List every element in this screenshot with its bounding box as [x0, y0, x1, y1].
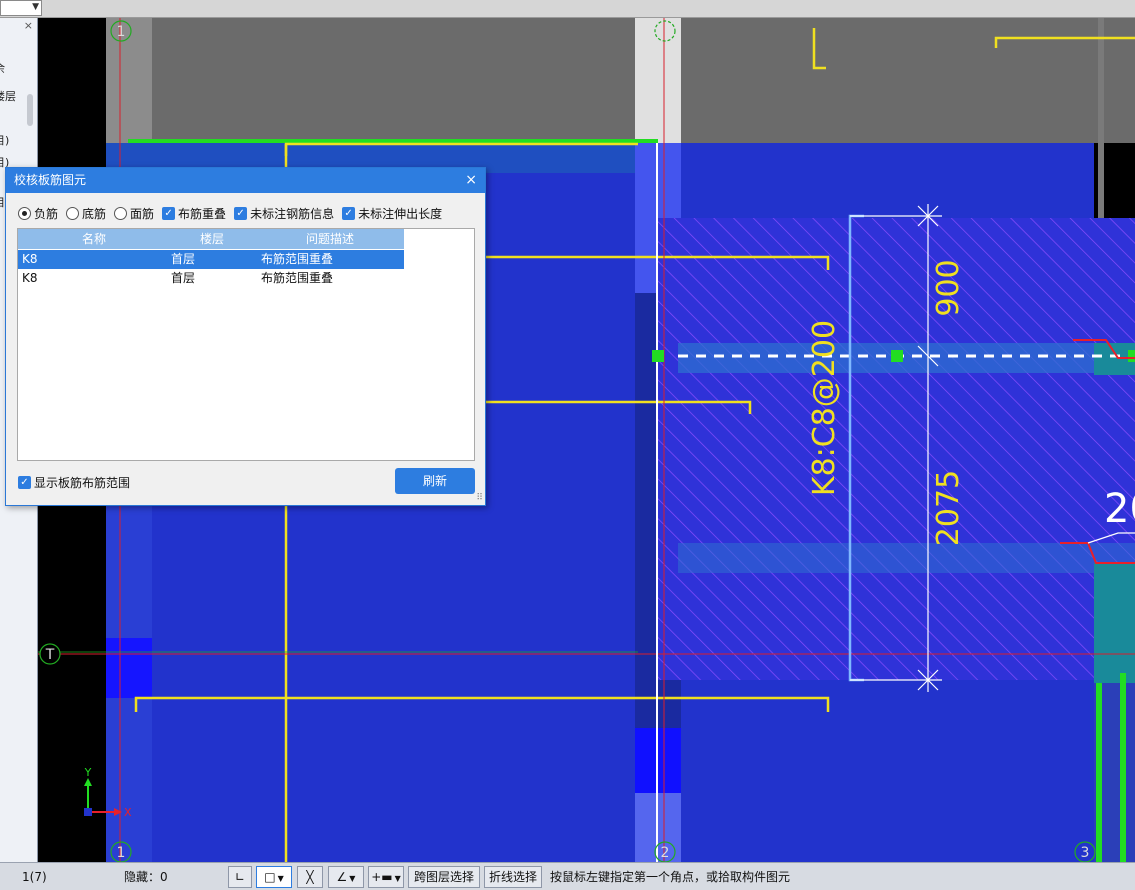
ortho-icon: ∟ — [234, 870, 246, 884]
cross-layer-select-button[interactable]: 跨图层选择 — [408, 866, 480, 888]
radio-icon[interactable] — [66, 206, 80, 220]
checkbox-label: 未标注伸出长度 — [358, 206, 443, 221]
cross-icon: ╳ — [306, 870, 314, 884]
radio-top-rebar[interactable]: 面筋 — [114, 205, 154, 222]
table-row[interactable]: K8 首层 布筋范围重叠 — [18, 269, 404, 288]
cell-floor: 首层 — [171, 252, 196, 266]
cell-name: K8 — [22, 271, 38, 285]
check-unlabeled-info[interactable]: ✓ 未标注钢筋信息 — [234, 205, 334, 222]
filter-options: 负筋 底筋 面筋 ✓ 布筋重叠 ✓ 未标注钢筋信息 ✓ 未标注伸出长度 — [18, 204, 450, 222]
rebar-range-hatch[interactable] — [658, 218, 1135, 680]
dim-text-bottom: 2075 — [931, 470, 966, 546]
checkbox-icon[interactable]: ✓ — [18, 476, 31, 489]
issue-table[interactable]: 名称 楼层 问题描述 K8 首层 布筋范围重叠 K8 首层 布筋范围重叠 — [17, 228, 475, 461]
cross-select-button[interactable]: ╳ — [297, 866, 323, 888]
app-window: ▼ × 余 楼层 目) 目) 目 — [0, 0, 1135, 890]
chevron-down-icon[interactable]: ▼ — [395, 874, 401, 883]
cell-desc: 布筋范围重叠 — [261, 271, 334, 285]
radio-label: 底筋 — [82, 206, 107, 221]
checkbox-icon[interactable]: ✓ — [162, 206, 176, 220]
offset-icon: +▬ — [371, 870, 393, 884]
cell-desc: 布筋范围重叠 — [261, 252, 334, 266]
svg-text:Y: Y — [84, 766, 92, 779]
select-mode-button[interactable]: □ ▼ — [256, 866, 292, 888]
close-icon[interactable]: × — [24, 19, 33, 32]
check-show-range[interactable]: ✓ 显示板筋布筋范围 — [18, 474, 130, 491]
table-header: 名称 楼层 问题描述 — [18, 229, 404, 249]
radio-label: 负筋 — [34, 206, 59, 221]
radio-bottom-rebar[interactable]: 底筋 — [66, 205, 106, 222]
angle-snap-button[interactable]: ∠ ▼ — [328, 866, 364, 888]
gray-region — [106, 18, 1135, 143]
dialog-titlebar[interactable]: 校核板筋图元 × — [6, 168, 485, 193]
refresh-button[interactable]: 刷新 — [395, 468, 475, 494]
resize-grip-icon[interactable]: ⠿ — [476, 493, 483, 503]
select-box-icon: □ — [264, 870, 276, 884]
svg-text:1: 1 — [117, 845, 126, 861]
ortho-mode-button[interactable]: ∟ — [228, 866, 252, 888]
checkbox-label: 布筋重叠 — [178, 206, 227, 221]
close-icon[interactable]: × — [465, 168, 477, 193]
radio-icon[interactable] — [114, 206, 128, 220]
page-indicator: 1(7) — [22, 870, 47, 884]
svg-text:2: 2 — [661, 845, 670, 861]
cell-floor: 首层 — [171, 271, 196, 285]
check-overlap[interactable]: ✓ 布筋重叠 — [162, 205, 226, 222]
dim-text-top: 900 — [931, 259, 966, 316]
left-panel-scrollbar[interactable] — [27, 94, 33, 126]
chevron-down-icon[interactable]: ▼ — [32, 2, 39, 12]
status-hint: 按鼠标左键指定第一个角点，或拾取构件图元 — [550, 870, 791, 884]
radio-label: 面筋 — [130, 206, 155, 221]
top-toolbar-strip: ▼ — [0, 0, 1135, 18]
partial-dim-text: 20 — [1104, 486, 1135, 532]
offset-snap-button[interactable]: +▬ ▼ — [368, 866, 404, 888]
chevron-down-icon[interactable]: ▼ — [278, 874, 284, 883]
axis-marker-left-T: T — [39, 643, 61, 665]
status-bar: 1(7) 隐藏：0 ∟ □ ▼ ╳ ∠ ▼ +▬ ▼ 跨图层选择 折线选择 按鼠标左键… — [0, 862, 1135, 890]
svg-text:T: T — [45, 647, 55, 663]
svg-text:1: 1 — [117, 24, 126, 40]
polyline-select-button[interactable]: 折线选择 — [484, 866, 542, 888]
table-row[interactable]: K8 首层 布筋范围重叠 — [18, 250, 404, 269]
column-strip — [635, 18, 681, 143]
checkbox-label: 未标注钢筋信息 — [250, 206, 335, 221]
check-unlabeled-length[interactable]: ✓ 未标注伸出长度 — [342, 205, 442, 222]
floor-combo[interactable]: ▼ — [0, 0, 42, 16]
checkbox-icon[interactable]: ✓ — [234, 206, 248, 220]
left-panel-item[interactable]: 目) — [0, 132, 9, 148]
left-panel-item[interactable]: 余 — [0, 60, 5, 76]
rebar-label[interactable]: K8:C8@200 — [807, 320, 842, 496]
chevron-down-icon[interactable]: ▼ — [349, 874, 355, 883]
angle-icon: ∠ — [336, 870, 348, 884]
dialog-title: 校核板筋图元 — [14, 173, 87, 187]
svg-text:X: X — [124, 806, 132, 819]
checkbox-label: 显示板筋布筋范围 — [34, 476, 131, 490]
radio-icon[interactable] — [18, 206, 31, 220]
left-panel-item[interactable]: 楼层 — [0, 88, 16, 104]
svg-text:3: 3 — [1081, 845, 1090, 861]
checkbox-icon[interactable]: ✓ — [342, 206, 356, 220]
column-header-desc[interactable]: 问题描述 — [306, 229, 354, 249]
hidden-count: 隐藏：0 — [124, 870, 168, 884]
check-rebar-dialog[interactable]: 校核板筋图元 × 负筋 底筋 面筋 ✓ 布筋重叠 ✓ 未标注钢筋信息 ✓ 未标注伸出长… — [5, 167, 486, 506]
column-header-floor[interactable]: 楼层 — [200, 229, 224, 249]
radio-negative-rebar[interactable]: 负筋 — [18, 205, 58, 222]
column-header-name[interactable]: 名称 — [82, 229, 106, 249]
cell-name: K8 — [22, 252, 38, 266]
